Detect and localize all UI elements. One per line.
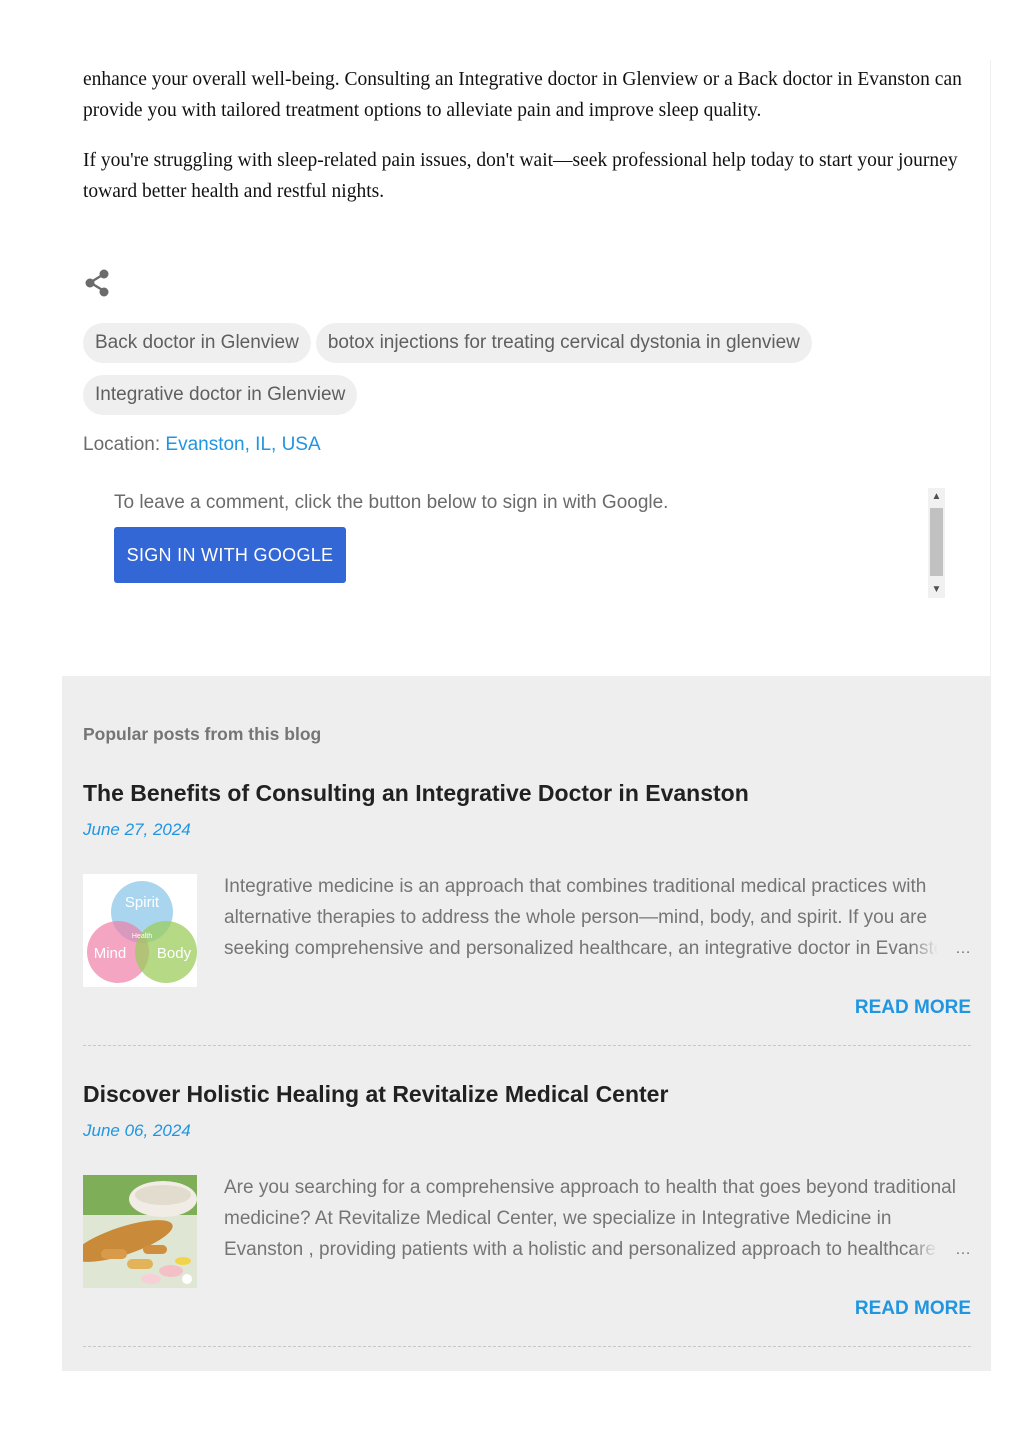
- snippet-ellipsis: …: [911, 933, 971, 964]
- popular-post: The Benefits of Consulting an Integrativ…: [83, 780, 971, 1046]
- thumb-label-spirit: Spirit: [125, 894, 160, 911]
- comment-prompt: To leave a comment, click the button bel…: [114, 492, 669, 513]
- post-divider: [83, 1346, 971, 1347]
- thumb-label-body: Body: [157, 945, 192, 962]
- sign-in-with-google-button[interactable]: Sign in with Google: [114, 527, 346, 583]
- post-labels: Back doctor in Glenview botox injections …: [83, 323, 963, 427]
- scroll-up-arrow-icon[interactable]: ▲: [928, 488, 945, 505]
- thumb-label-health: Health: [132, 933, 152, 940]
- post-date-link[interactable]: June 06, 2024: [83, 1121, 191, 1141]
- share-icon[interactable]: [84, 268, 112, 298]
- post-thumbnail[interactable]: Spirit Health Mind Body: [83, 874, 197, 987]
- popular-post: Discover Holistic Healing at Revitalize …: [83, 1081, 971, 1347]
- label-chip[interactable]: botox injections for treating cervical d…: [315, 323, 812, 363]
- location-label: Location:: [83, 434, 161, 455]
- post-location: Location: Evanston, IL, USA: [83, 434, 321, 456]
- popular-posts-heading: Popular posts from this blog: [83, 724, 322, 744]
- post-thumbnail[interactable]: [83, 1175, 197, 1288]
- scrollbar-thumb[interactable]: [930, 508, 943, 576]
- post-date-link[interactable]: June 27, 2024: [83, 820, 191, 840]
- post-snippet: Integrative medicine is an approach that…: [224, 876, 955, 959]
- post-title-link[interactable]: Discover Holistic Healing at Revitalize …: [83, 1081, 668, 1108]
- comment-frame: To leave a comment, click the button bel…: [83, 488, 945, 600]
- content-border: [990, 60, 991, 676]
- scroll-down-arrow-icon[interactable]: ▼: [928, 581, 945, 598]
- read-more-link[interactable]: READ MORE: [855, 1298, 971, 1320]
- popular-posts-section: Popular posts from this blog The Benefit…: [62, 676, 991, 1371]
- post-snippet: Are you searching for a comprehensive ap…: [224, 1177, 956, 1260]
- label-chip[interactable]: Back doctor in Glenview: [83, 323, 311, 363]
- read-more-link[interactable]: READ MORE: [855, 997, 971, 1019]
- post-paragraph: enhance your overall well-being. Consult…: [83, 69, 962, 121]
- label-chip[interactable]: Integrative doctor in Glenview: [83, 375, 358, 415]
- snippet-ellipsis: …: [911, 1234, 971, 1265]
- location-link[interactable]: Evanston, IL, USA: [165, 434, 320, 455]
- comment-scrollbar[interactable]: ▲ ▼: [928, 488, 945, 598]
- post-divider: [83, 1045, 971, 1046]
- post-body: enhance your overall well-being. Consult…: [83, 64, 963, 226]
- post-paragraph: If you're struggling with sleep-related …: [83, 150, 958, 202]
- thumb-label-mind: Mind: [94, 945, 127, 962]
- post-title-link[interactable]: The Benefits of Consulting an Integrativ…: [83, 780, 749, 807]
